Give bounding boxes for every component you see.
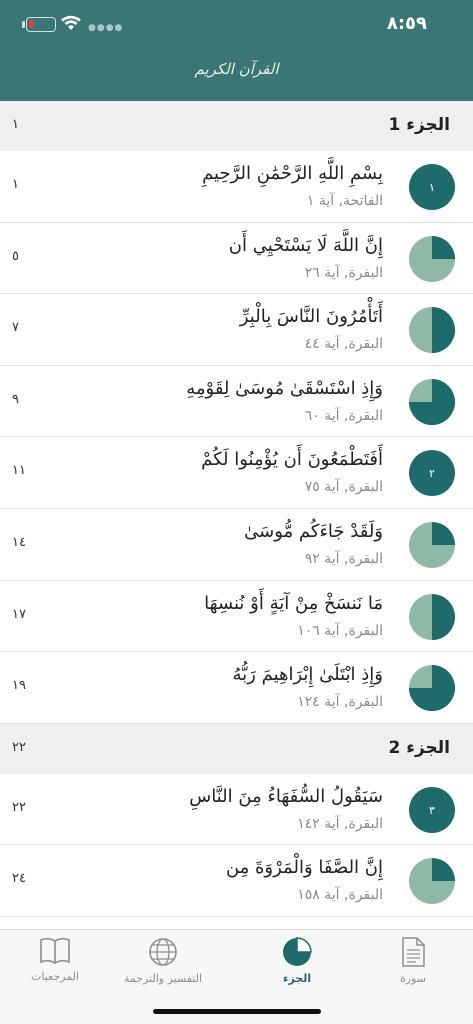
list-item[interactable]: إِنَّ اللَّهَ لَا يَسْتَحْيِي أَن البقرة,… [0, 222, 473, 295]
tab-label: سورة [400, 972, 426, 985]
page-number: ٧ [12, 320, 19, 336]
page-number: ١ [12, 177, 19, 192]
battery-tip-icon [22, 21, 25, 28]
home-indicator [153, 1009, 321, 1014]
list-item[interactable]: أَتَأْمُرُونَ النَّاسَ بِالْبِرِّ البقرة,… [0, 294, 473, 366]
page-number: ٢٢ [12, 799, 26, 815]
section-title: الجزء 1 [388, 115, 451, 135]
document-icon [402, 937, 425, 967]
tab-label: التفسير والترجمة [123, 972, 203, 985]
juz-progress-icon [409, 378, 455, 425]
verse-text: إِنَّ الصَّفَا وَالْمَرْوَةَ مِن [225, 857, 383, 879]
verse-text: وَإِذِ اسْتَسْقَىٰ مُوسَىٰ لِقَوْمِهِ [186, 377, 383, 399]
verse-reference: الفاتحة, آية ١ [306, 193, 383, 209]
section-page: ٢٢ [12, 739, 26, 755]
list-item[interactable]: مَا نَنسَخْ مِنْ آيَةٍ أَوْ نُنسِهَا البق… [0, 580, 473, 653]
verse-text: سَيَقُولُ السُّفَهَاءُ مِنَ النَّاسِ [189, 785, 383, 807]
pie-icon [283, 937, 312, 966]
page-number: ٩ [12, 391, 19, 407]
verse-reference: البقرة, آية ٦٠ [304, 407, 383, 424]
page-number: ١١ [12, 463, 26, 479]
app-header: ٨:٥٩ ●●●● القرآن الكريم [0, 0, 473, 101]
wifi-icon [61, 15, 81, 30]
tab-references[interactable]: المرجعيات [0, 936, 110, 983]
juz-progress-icon [409, 593, 455, 640]
verse-text: وَلَقَدْ جَاءَكُم مُّوسَىٰ [244, 520, 383, 542]
section-header: الجزء 1 ١ [0, 101, 473, 151]
verse-reference: البقرة, آية ٩٢ [304, 550, 383, 567]
progress-label: ٣ [429, 804, 435, 817]
juz-progress-icon [409, 521, 455, 568]
book-icon [40, 937, 70, 964]
progress-label: ٢ [429, 467, 435, 480]
app-logo: القرآن الكريم [194, 60, 279, 78]
page-number: ١٩ [12, 678, 26, 694]
signal-icon: ●●●● [88, 23, 124, 33]
section-page: ١ [12, 117, 19, 132]
verse-reference: البقرة, آية ١٥٨ [297, 887, 383, 904]
progress-label: ١ [429, 181, 435, 194]
list-item[interactable]: وَإِذِ ابْتَلَىٰ إِبْرَاهِيمَ رَبُّهُ الب… [0, 652, 473, 724]
juz-list[interactable]: الجزء 1 ١ ١ بِسْمِ اللَّهِ الرَّحْمَٰنِ الر… [0, 101, 473, 929]
verse-reference: البقرة, آية ٢٦ [304, 264, 383, 281]
status-time: ٨:٥٩ [386, 13, 427, 34]
page-number: ٥ [12, 248, 19, 264]
list-item[interactable]: ٣ سَيَقُولُ السُّفَهَاءُ مِنَ النَّاسِ الب… [0, 773, 473, 846]
list-item[interactable]: وَإِذِ اسْتَسْقَىٰ مُوسَىٰ لِقَوْمِهِ الب… [0, 365, 473, 438]
verse-reference: البقرة, آية ٧٥ [304, 479, 383, 496]
juz-progress-icon [409, 307, 455, 354]
list-item[interactable]: وَلَقَدْ جَاءَكُم مُّوسَىٰ البقرة, آية ٩٢… [0, 508, 473, 581]
list-item[interactable]: ٢ أَفَتَطْمَعُونَ أَن يُؤْمِنُوا لَكُمْ ال… [0, 437, 473, 509]
juz-progress-icon: ٣ [409, 786, 455, 833]
verse-text: أَفَتَطْمَعُونَ أَن يُؤْمِنُوا لَكُمْ [201, 449, 383, 471]
section-header: الجزء 2 ٢٢ [0, 723, 473, 774]
juz-progress-icon [409, 665, 455, 712]
tab-juz[interactable]: الجزء [242, 936, 352, 985]
verse-text: بِسْمِ اللَّهِ الرَّحْمَٰنِ الرَّحِيمِ [202, 163, 383, 184]
list-item[interactable]: ١ بِسْمِ اللَّهِ الرَّحْمَٰنِ الرَّحِيمِ ا… [0, 151, 473, 223]
verse-text: وَإِذِ ابْتَلَىٰ إِبْرَاهِيمَ رَبُّهُ [232, 664, 383, 686]
tab-surah[interactable]: سورة [358, 936, 468, 985]
verse-reference: البقرة, آية ١٢٤ [297, 694, 383, 711]
verse-text: إِنَّ اللَّهَ لَا يَسْتَحْيِي أَن [228, 234, 383, 256]
page-number: ١٤ [12, 534, 26, 550]
tab-label: المرجعيات [31, 970, 79, 983]
globe-icon [149, 938, 177, 966]
page-number: ٢٤ [12, 871, 26, 887]
verse-text: أَتَأْمُرُونَ النَّاسَ بِالْبِرِّ [239, 306, 383, 328]
verse-reference: البقرة, آية ٤٤ [304, 336, 383, 353]
verse-reference: البقرة, آية ١٤٢ [297, 815, 383, 832]
tab-label: الجزء [282, 972, 312, 985]
verse-text: مَا نَنسَخْ مِنْ آيَةٍ أَوْ نُنسِهَا [204, 592, 383, 614]
juz-progress-icon [409, 235, 455, 282]
list-item[interactable]: إِنَّ الصَّفَا وَالْمَرْوَةَ مِن البقرة, … [0, 845, 473, 917]
battery-icon [26, 17, 56, 32]
tab-tafsir[interactable]: التفسير والترجمة [108, 936, 218, 985]
tab-bar: المرجعيات التفسير والترجمة الجزء سورة [0, 929, 473, 1024]
juz-progress-icon: ١ [409, 164, 455, 210]
verse-reference: البقرة, آية ١٠٦ [297, 622, 383, 639]
page-number: ١٧ [12, 606, 26, 622]
section-title: الجزء 2 [388, 737, 451, 758]
juz-progress-icon [409, 858, 455, 905]
juz-progress-icon: ٢ [409, 450, 455, 497]
